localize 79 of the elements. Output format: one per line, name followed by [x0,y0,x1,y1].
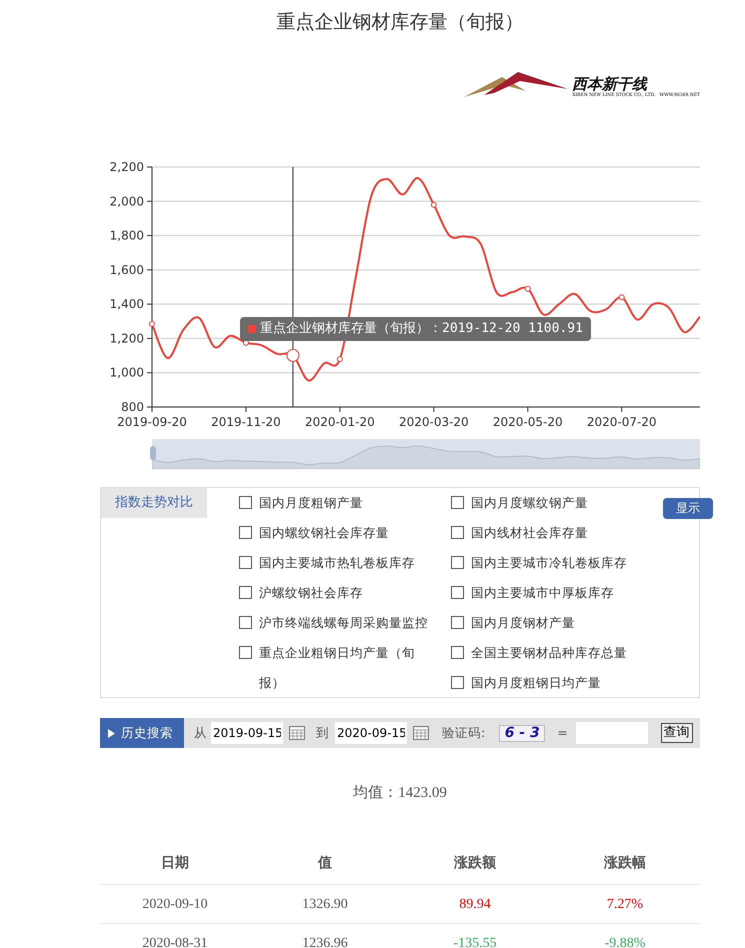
show-button[interactable]: 显示 [663,498,713,518]
checkbox[interactable] [239,556,252,569]
y-tick-label: 1,600 [110,262,144,277]
captcha-label: 验证码: [442,724,486,742]
calendar-icon[interactable] [413,726,429,740]
column-header: 涨跌幅 [603,854,647,873]
x-tick-label: 2020-03-20 [398,415,469,429]
from-label: 从 [194,724,207,742]
hover-marker [286,348,300,362]
slider-handle[interactable] [150,446,156,460]
checkbox[interactable] [239,586,252,599]
compare-tab[interactable]: 指数走势对比 [101,488,207,518]
checkbox-label[interactable]: 国内螺纹钢社会库存量 [259,518,389,548]
checkbox-label[interactable]: 国内主要城市中厚板库存 [471,578,614,608]
y-tick-label: 1,400 [110,297,144,312]
checkbox[interactable] [451,616,464,629]
checkbox[interactable] [239,526,252,539]
checkbox[interactable] [239,616,252,629]
checkbox-label[interactable]: 国内主要城市热轧卷板库存 [259,548,415,578]
checkbox-label[interactable]: 国内月度螺纹钢产量 [471,488,588,518]
column-header: 涨跌额 [453,854,497,873]
checkbox-label[interactable]: 沪市终端线螺每周采购量监控 [259,608,428,638]
captcha-image: 6 - 3 [499,724,546,742]
y-tick-label: 1,000 [110,366,144,380]
point-marker [524,286,531,292]
checkbox[interactable] [451,676,464,689]
calendar-icon[interactable] [289,726,305,740]
x-tick-label: 2020-07-20 [586,415,657,429]
column-header: 日期 [160,854,190,873]
y-tick-label: 2,200 [110,160,144,174]
checkbox[interactable] [451,556,464,569]
y-tick-label: 800 [121,400,144,414]
checkbox-label[interactable]: 国内月度粗钢日均产量 [471,668,601,698]
date-cell-text: 2020-09-10 [141,896,209,914]
mountain-logo-icon [464,71,568,99]
equals-sign: = [557,724,568,742]
query-button[interactable]: 查询 [660,723,693,743]
y-tick-label: 1,200 [110,331,144,346]
change-cell-text: -135.55 [452,934,498,948]
checkbox-label[interactable]: 国内月度钢材产量 [471,608,575,638]
point-marker [430,202,437,208]
x-tick-label: 2019-11-20 [211,415,281,429]
point-marker [336,356,343,362]
zoom-slider[interactable] [152,439,700,469]
checkbox[interactable] [451,496,464,509]
column-header: 值 [316,854,333,873]
y-tick-label: 1,800 [110,228,144,243]
play-triangle-icon [108,728,115,738]
to-label: 到 [316,724,329,742]
percent-cell-text: -9.88% [604,934,646,948]
checkbox[interactable] [451,526,464,539]
checkbox-label[interactable]: 沪螺纹钢社会库存 [259,578,363,608]
percent-cell-text: 7.27% [606,896,644,914]
change-cell-text: 89.94 [458,896,492,914]
checkbox-label[interactable]: 国内主要城市冷轧卷板库存 [471,548,627,578]
checkbox[interactable] [451,586,464,599]
logo-name: 西本新干线 [572,75,648,93]
checkbox-label[interactable]: 重点企业粗钢日均产量（旬报） [259,638,431,698]
history-search-tab[interactable]: 历史搜索 [100,718,184,748]
x-tick-label: 2019-09-20 [117,415,187,429]
checkbox-label[interactable]: 国内线材社会库存量 [471,518,588,548]
checkbox-label[interactable]: 全国主要钢材品种库存总量 [471,638,627,668]
value-cell-text: 1326.90 [301,896,349,914]
captcha-answer-field[interactable] [576,722,648,744]
page-title: 重点企业钢材库存量（旬报） [276,10,524,35]
checkbox[interactable] [451,646,464,659]
y-tick-label: 2,000 [110,194,144,208]
tooltip-text: 重点企业钢材库存量（旬报）：2019-12-20 1100.91 [260,321,583,337]
x-tick-label: 2020-01-20 [305,415,375,429]
point-marker [149,320,155,327]
checkbox-label[interactable]: 国内月度粗钢产量 [259,488,363,518]
point-marker [618,294,625,300]
x-tick-label: 2020-05-20 [492,415,563,429]
checkbox[interactable] [239,646,252,659]
history-search-label: 历史搜索 [121,724,173,742]
date-cell-text: 2020-08-31 [141,934,209,948]
value-cell-text: 1236.96 [301,934,349,948]
mean-value: 均值：1423.09 [352,784,448,803]
checkbox[interactable] [239,496,252,509]
